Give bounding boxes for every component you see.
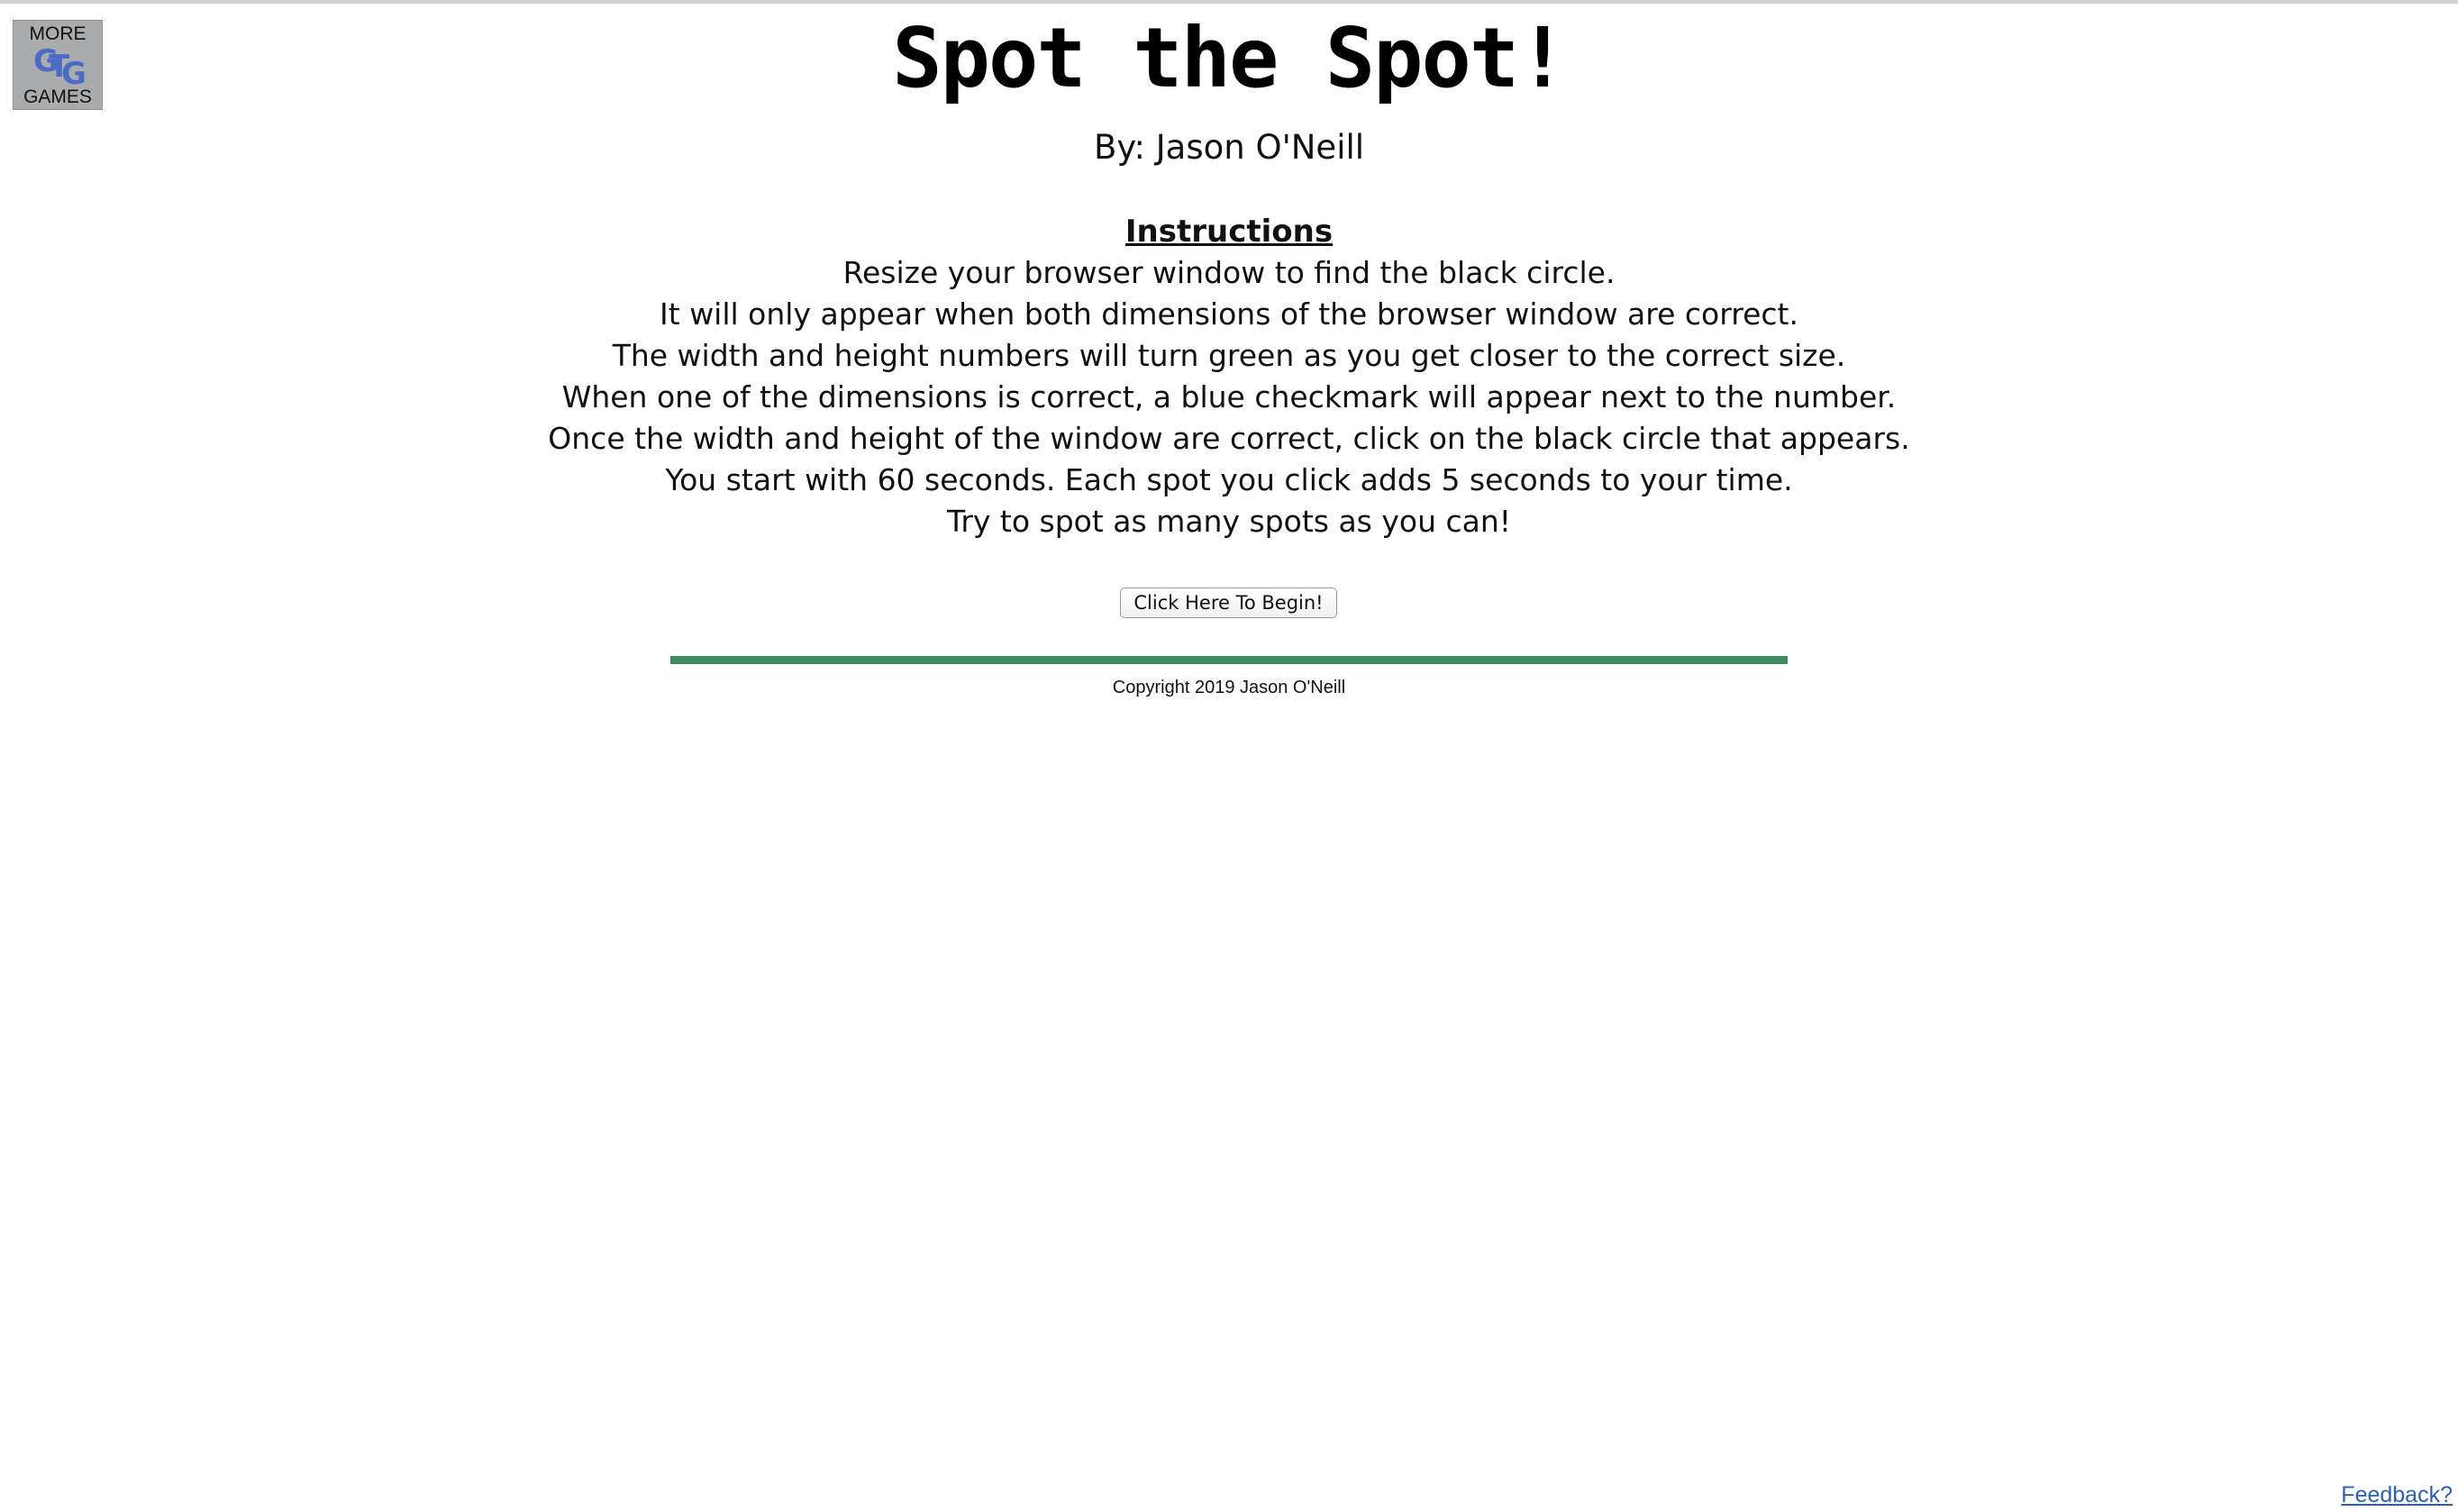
- instruction-line: It will only appear when both dimensions…: [660, 296, 1798, 332]
- instruction-line: Resize your browser window to find the b…: [842, 255, 1616, 290]
- instruction-line: Try to spot as many spots as you can!: [947, 504, 1511, 539]
- page-title: Spot the Spot!: [892, 10, 1567, 106]
- instruction-line: The width and height numbers will turn g…: [612, 338, 1846, 373]
- feedback-link[interactable]: Feedback?: [2341, 1482, 2453, 1508]
- begin-button[interactable]: Click Here To Begin!: [1120, 587, 1337, 618]
- author-byline: By: Jason O'Neill: [1093, 128, 1365, 167]
- instruction-line: When one of the dimensions is correct, a…: [561, 379, 1897, 414]
- instruction-line: Once the width and height of the window …: [548, 421, 1910, 456]
- instructions-section: Instructions Resize your browser window …: [0, 211, 2458, 542]
- green-divider: [670, 656, 1788, 664]
- instruction-line: You start with 60 seconds. Each spot you…: [665, 462, 1793, 497]
- copyright-text: Copyright 2019 Jason O'Neill: [1112, 678, 1346, 697]
- top-divider: [0, 0, 2458, 4]
- instructions-heading: Instructions: [1124, 214, 1334, 250]
